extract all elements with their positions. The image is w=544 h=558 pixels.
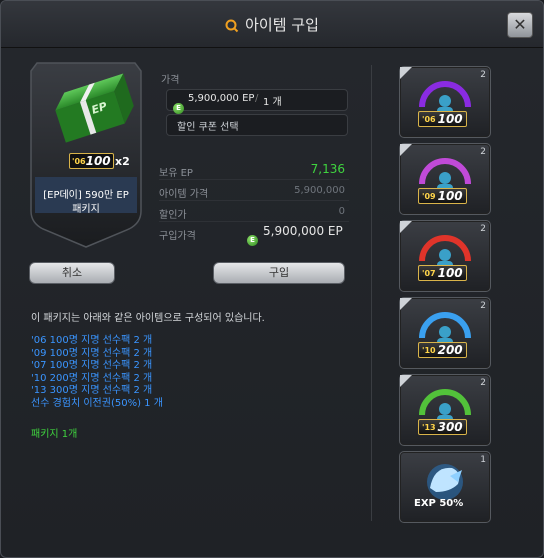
search-icon (225, 19, 239, 37)
exp-transfer-icon (427, 464, 463, 500)
item-count: 2 (480, 378, 486, 388)
divider (159, 221, 349, 222)
dialog-title: 아이템 구입 (1, 14, 543, 37)
box-badge-value: 100 (85, 154, 111, 168)
purchase-total-value: 5,900,000 EP (263, 224, 343, 238)
dialog-title-text: 아이템 구입 (245, 16, 319, 34)
item-badge: '06 100 (418, 111, 467, 127)
owned-ep-value: 7,136 (310, 162, 345, 176)
list-item: 선수 경험치 이전권(50%) 1 개 (31, 397, 163, 409)
item-slot[interactable]: 2 '07 100 (399, 220, 491, 292)
product-name-line2: 패키지 (72, 204, 100, 215)
package-contents-list: '06 100명 지명 선수팩 2 개 '09 100명 지명 선수팩 2 개 … (31, 335, 163, 410)
price-field: E 5,900,000 EP / 1 개 (166, 89, 348, 114)
cancel-button[interactable]: 취소 (29, 262, 115, 284)
close-button[interactable]: ✕ (507, 12, 533, 38)
product-name: [EP데이] 590만 EP 패키지 (39, 189, 133, 217)
box-badge: '06100 (69, 153, 114, 169)
item-badge: '09 100 (418, 188, 467, 204)
buy-button[interactable]: 구입 (213, 262, 345, 284)
purchase-dialog: 아이템 구입 ✕ EP '06100 x2 [EP데이] 590만 EP 패키지… (0, 0, 544, 558)
coupon-select[interactable]: 할인 쿠폰 선택 (166, 114, 348, 136)
item-badge: '07 100 (418, 265, 467, 281)
total-coin-icon: E (247, 226, 258, 246)
title-bar: 아이템 구입 ✕ (1, 1, 543, 48)
coupon-select-label: 할인 쿠폰 선택 (177, 122, 239, 133)
exp-label: EXP 50% (414, 498, 464, 509)
box-badge-year: '06 (72, 157, 86, 166)
vertical-divider (371, 65, 372, 521)
discount-label: 할인가 (159, 210, 187, 221)
discount-value: 0 (338, 206, 345, 217)
item-badge: '10 200 (418, 342, 467, 358)
price-quantity: 1 개 (263, 97, 282, 108)
price-amount: 5,900,000 EP (188, 93, 255, 104)
item-count: 2 (480, 301, 486, 311)
price-coin-icon: E (173, 94, 184, 114)
item-slot[interactable]: 2 '10 200 (399, 297, 491, 369)
item-count: 2 (480, 224, 486, 234)
list-item: '07 100명 지명 선수팩 2 개 (31, 360, 153, 371)
owned-ep-label: 보유 EP (159, 168, 193, 179)
exp-transfer-slot[interactable]: 1 EXP 50% (399, 451, 491, 523)
item-slot[interactable]: 2 '09 100 (399, 143, 491, 215)
package-count: 패키지 1개 (31, 429, 78, 440)
list-item: '10 200명 지명 선수팩 2 개 (31, 372, 153, 384)
item-count: 2 (480, 70, 486, 80)
item-price-value: 5,900,000 (294, 185, 345, 196)
item-price-label: 아이템 가격 (159, 189, 209, 200)
package-description: 이 패키지는 아래와 같은 아이템으로 구성되어 있습니다. (31, 313, 265, 324)
item-slot[interactable]: 2 '06 100 (399, 66, 491, 138)
box-multiplier: x2 (115, 155, 130, 168)
list-item: '09 100명 지명 선수팩 2 개 (31, 347, 153, 359)
divider (159, 200, 349, 201)
item-badge: '13 300 (418, 419, 467, 435)
item-count: 2 (480, 147, 486, 157)
product-card: EP '06100 x2 [EP데이] 590만 EP 패키지 (29, 61, 143, 249)
list-item: '06 100명 지명 선수팩 2 개 (31, 335, 153, 346)
price-separator: / (255, 93, 259, 104)
purchase-total-label: 구입가격 (159, 231, 196, 242)
item-slot[interactable]: 2 '13 300 (399, 374, 491, 446)
price-label: 가격 (161, 75, 180, 86)
divider (159, 179, 349, 180)
item-count: 1 (480, 455, 486, 465)
purchase-panel: EP '06100 x2 [EP데이] 590만 EP 패키지 가격 E 5,9… (11, 51, 361, 525)
list-item: '13 300명 지명 선수팩 2 개 (31, 385, 153, 396)
close-icon: ✕ (513, 15, 527, 34)
product-name-line1: [EP데이] 590만 EP (43, 190, 129, 201)
